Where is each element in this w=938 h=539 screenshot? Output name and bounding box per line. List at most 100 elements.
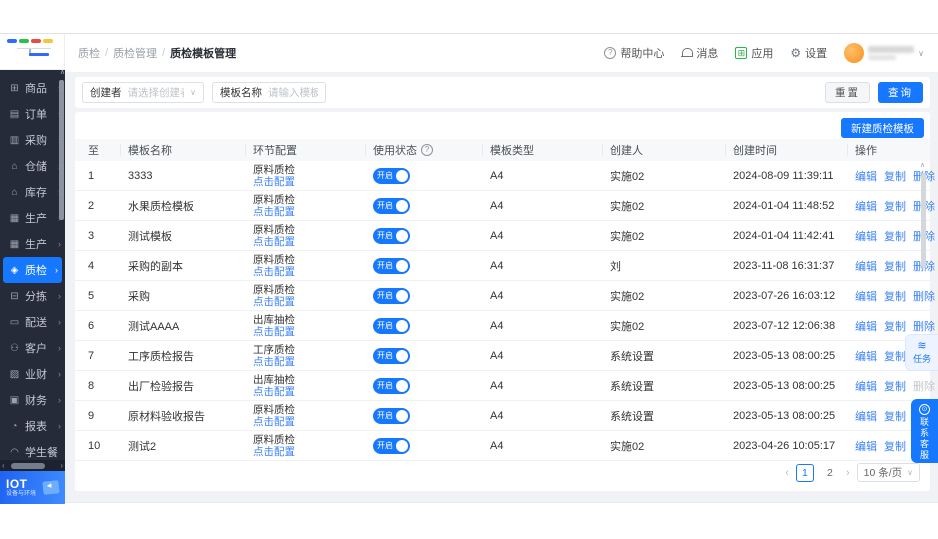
bell-icon	[681, 47, 692, 59]
status-toggle[interactable]: 开启	[373, 408, 410, 424]
status-toggle[interactable]: 开启	[373, 438, 410, 454]
info-circle-icon[interactable]: ?	[421, 144, 433, 156]
creator-select[interactable]: 创建者 请选择创建者 ∨	[82, 82, 204, 103]
status-cell: 开启	[373, 378, 490, 394]
sidebar-item-订单[interactable]: ▤订单›	[0, 101, 65, 127]
action-edit[interactable]: 编辑	[855, 348, 877, 364]
action-edit[interactable]: 编辑	[855, 258, 877, 274]
action-copy[interactable]: 复制	[884, 168, 906, 184]
prev-page-icon[interactable]: ‹	[785, 467, 789, 479]
action-edit[interactable]: 编辑	[855, 378, 877, 394]
column-header-label: 模板名称	[128, 142, 172, 158]
breadcrumb-item[interactable]: 质检管理	[113, 45, 157, 61]
messages-button[interactable]: 消息	[681, 45, 718, 61]
reset-button[interactable]: 重置	[825, 82, 870, 103]
row-index: 9	[88, 410, 128, 422]
action-copy[interactable]: 复制	[884, 288, 906, 304]
template-name: 3333	[128, 170, 253, 182]
action-edit[interactable]: 编辑	[855, 288, 877, 304]
stage-config-cell: 工序质检点击配置	[253, 344, 373, 368]
row-index: 3	[88, 230, 128, 242]
action-copy[interactable]: 复制	[884, 228, 906, 244]
help-center-button[interactable]: ? 帮助中心	[604, 45, 664, 61]
iot-banner[interactable]: IOT 设备与环境	[0, 471, 65, 504]
apps-button[interactable]: ⊞ 应用	[735, 45, 773, 61]
table-scroll-thumb[interactable]	[921, 173, 926, 268]
configure-link[interactable]: 点击配置	[253, 236, 373, 248]
search-button[interactable]: 查询	[878, 82, 923, 103]
action-copy[interactable]: 复制	[884, 438, 906, 454]
sidebar-item-生产[interactable]: ▦生产›	[0, 231, 65, 257]
status-toggle[interactable]: 开启	[373, 168, 410, 184]
sidebar-item-质检[interactable]: ◈质检›	[3, 257, 62, 283]
configure-link[interactable]: 点击配置	[253, 206, 373, 218]
sidebar-item-配送[interactable]: ▭配送›	[0, 309, 65, 335]
app-logo[interactable]	[0, 34, 65, 70]
scroll-up-icon[interactable]: ∧	[920, 161, 925, 169]
scroll-up-icon[interactable]: ∧	[60, 68, 65, 76]
action-edit[interactable]: 编辑	[855, 318, 877, 334]
action-copy[interactable]: 复制	[884, 318, 906, 334]
action-copy[interactable]: 复制	[884, 378, 906, 394]
tasks-float-button[interactable]: ≋ 任务	[905, 334, 938, 371]
sidebar-item-报表[interactable]: ◔报表›	[0, 413, 65, 439]
new-template-button[interactable]: 新建质检模板	[841, 118, 924, 138]
sidebar-item-分拣[interactable]: ⊟分拣›	[0, 283, 65, 309]
status-toggle[interactable]: 开启	[373, 258, 410, 274]
status-toggle[interactable]: 开启	[373, 348, 410, 364]
breadcrumb-item[interactable]: 质检	[78, 45, 100, 61]
page-number-1[interactable]: 1	[796, 464, 814, 482]
contact-support-float-button[interactable]: ⊙ 联系客服	[911, 399, 938, 463]
page-size-select[interactable]: 10 条/页∨	[857, 463, 920, 482]
sidebar-item-业财[interactable]: ▨业财›	[0, 361, 65, 387]
configure-link[interactable]: 点击配置	[253, 176, 373, 188]
user-menu[interactable]: ∨	[844, 43, 924, 63]
template-name: 测试AAAA	[128, 318, 253, 334]
template-name: 出厂检验报告	[128, 378, 253, 394]
sidebar-item-库存[interactable]: ⌂库存›	[0, 179, 65, 205]
action-edit[interactable]: 编辑	[855, 438, 877, 454]
sidebar-item-客户[interactable]: ⚇客户›	[0, 335, 65, 361]
sidebar-scrollbar-vertical[interactable]: ∧	[58, 72, 65, 460]
status-toggle[interactable]: 开启	[373, 288, 410, 304]
status-toggle[interactable]: 开启	[373, 378, 410, 394]
created-time: 2023-05-13 08:00:25	[733, 350, 855, 362]
page-number-2[interactable]: 2	[821, 464, 839, 482]
sidebar-hscroll-thumb[interactable]	[11, 463, 45, 469]
action-edit[interactable]: 编辑	[855, 408, 877, 424]
action-edit[interactable]: 编辑	[855, 168, 877, 184]
status-toggle[interactable]: 开启	[373, 318, 410, 334]
action-copy[interactable]: 复制	[884, 258, 906, 274]
action-copy[interactable]: 复制	[884, 408, 906, 424]
action-edit[interactable]: 编辑	[855, 198, 877, 214]
next-page-icon[interactable]: ›	[846, 467, 850, 479]
sidebar-item-仓储[interactable]: ⌂仓储›	[0, 153, 65, 179]
template-name-input[interactable]: 模板名称 请输入模板名称	[212, 82, 326, 103]
action-copy[interactable]: 复制	[884, 198, 906, 214]
scroll-right-icon[interactable]: ›	[60, 461, 63, 470]
settings-button[interactable]: ⚙ 设置	[790, 45, 827, 61]
configure-link[interactable]: 点击配置	[253, 266, 373, 278]
sidebar-item-采购[interactable]: ▥采购›	[0, 127, 65, 153]
toggle-knob	[396, 410, 408, 422]
sidebar-scroll-thumb[interactable]	[59, 80, 64, 220]
scroll-left-icon[interactable]: ‹	[2, 461, 5, 470]
status-toggle[interactable]: 开启	[373, 198, 410, 214]
sidebar-scrollbar-horizontal[interactable]: ‹ ›	[0, 460, 65, 471]
configure-link[interactable]: 点击配置	[253, 416, 373, 428]
action-edit[interactable]: 编辑	[855, 228, 877, 244]
sidebar-item-label: 库存	[25, 184, 54, 200]
configure-link[interactable]: 点击配置	[253, 326, 373, 338]
action-copy[interactable]: 复制	[884, 348, 906, 364]
configure-link[interactable]: 点击配置	[253, 386, 373, 398]
status-cell: 开启	[373, 228, 490, 244]
configure-link[interactable]: 点击配置	[253, 296, 373, 308]
configure-link[interactable]: 点击配置	[253, 446, 373, 458]
biz-finance-icon: ▨	[8, 369, 21, 380]
status-toggle[interactable]: 开启	[373, 228, 410, 244]
toggle-on-label: 开启	[377, 380, 396, 391]
sidebar-item-财务[interactable]: ▣财务›	[0, 387, 65, 413]
configure-link[interactable]: 点击配置	[253, 356, 373, 368]
sidebar-item-生产[interactable]: ▦生产›	[0, 205, 65, 231]
sidebar-item-商品[interactable]: ⊞商品›	[0, 75, 65, 101]
